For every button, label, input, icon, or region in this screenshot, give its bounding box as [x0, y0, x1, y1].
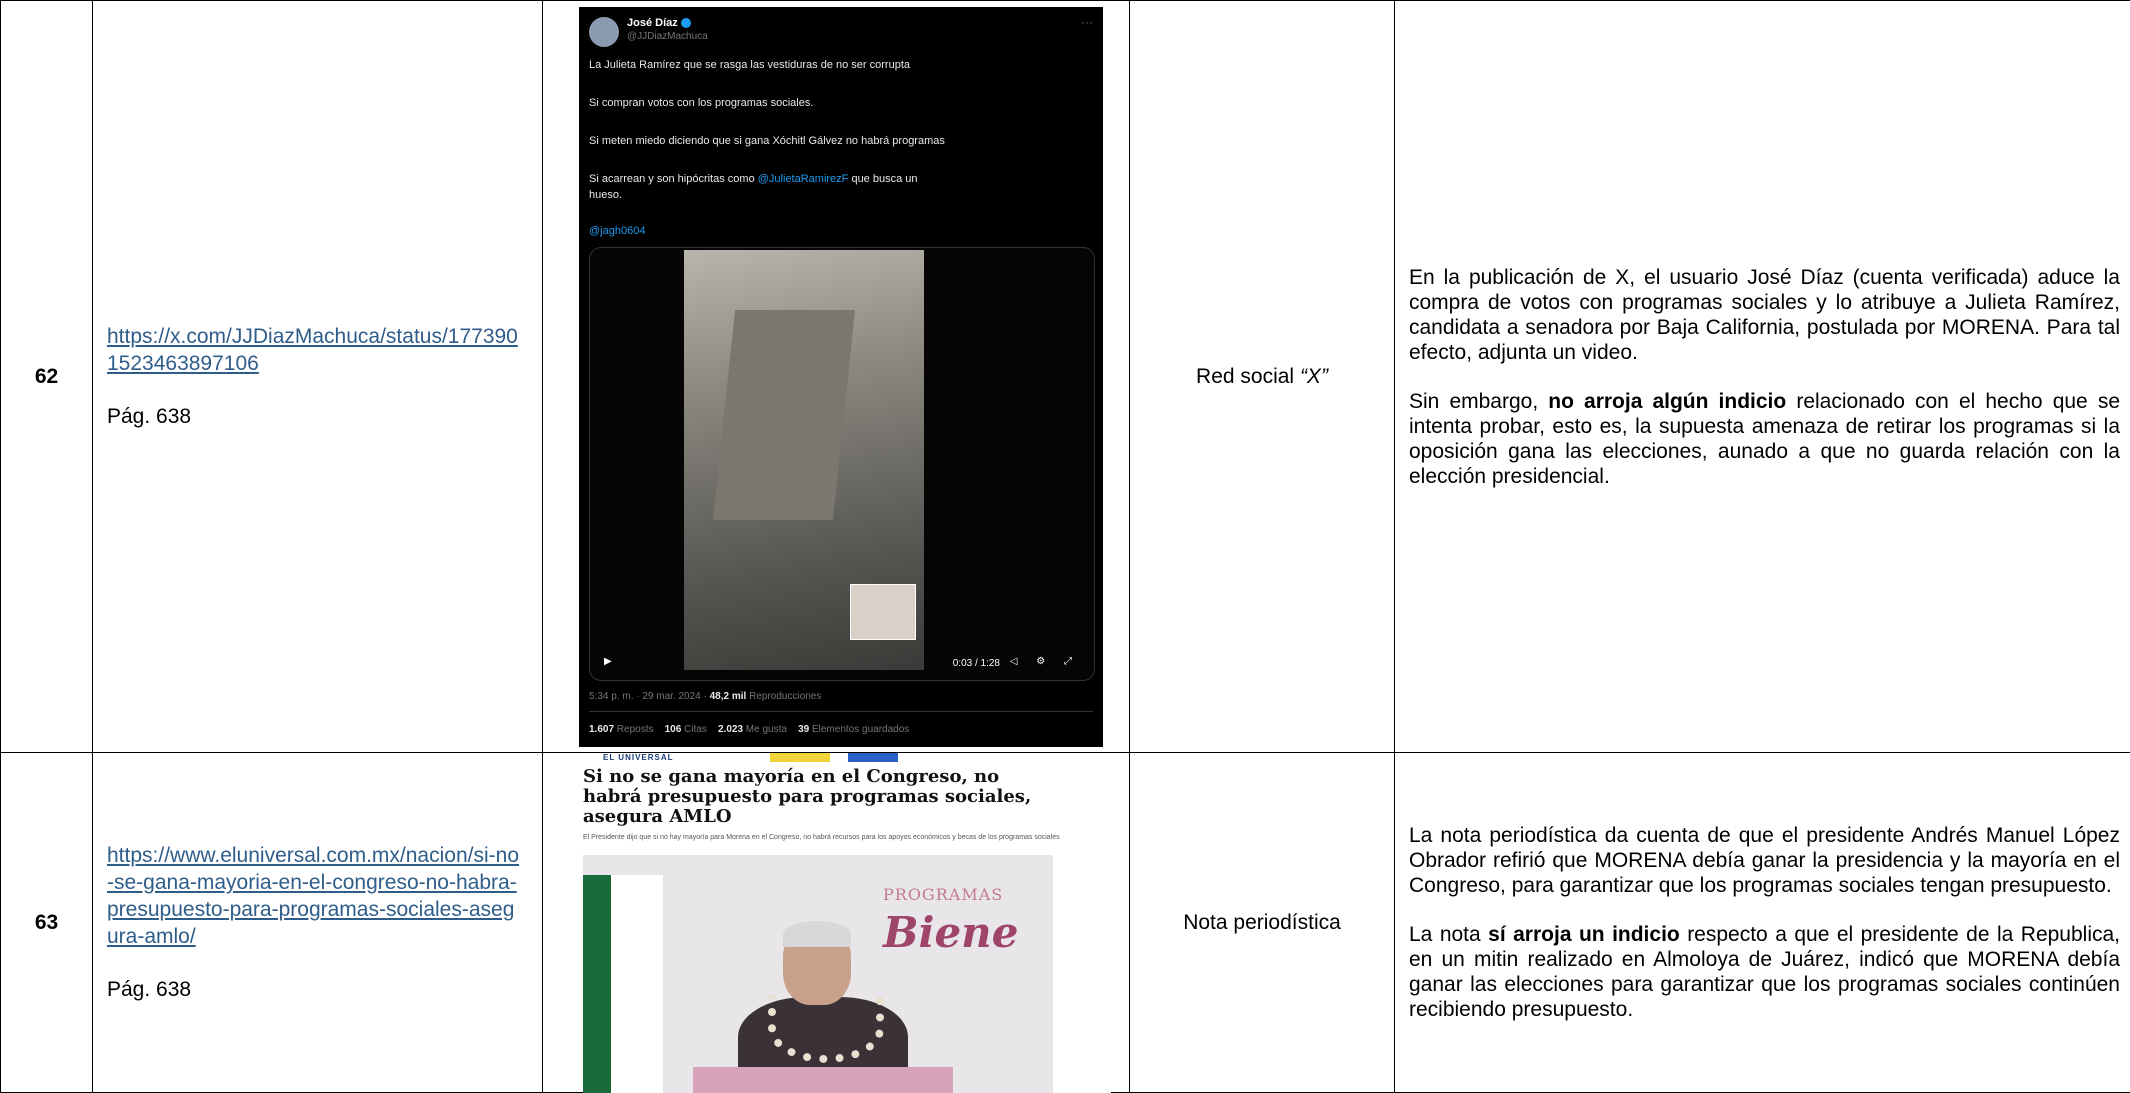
tweet-author: José Díaz	[627, 17, 691, 29]
flag-image	[583, 875, 663, 1093]
tweet-text-line: Si acarrean y son hipócritas como @Julie…	[589, 173, 918, 185]
video-thumbnail-inset	[850, 584, 916, 640]
evidence-table: 62 https://x.com/JJDiazMachuca/status/17…	[0, 0, 2130, 1093]
source-link-cell: https://x.com/JJDiazMachuca/status/17739…	[93, 1, 543, 753]
news-topbar: EL UNIVERSAL	[583, 753, 1111, 765]
source-link[interactable]: https://x.com/JJDiazMachuca/status/17739…	[107, 323, 524, 377]
news-logo: EL UNIVERSAL	[603, 753, 674, 762]
source-type: Red social “X”	[1130, 1, 1395, 753]
page-reference: Pág. 638	[107, 976, 524, 1003]
source-link-cell: https://www.eluniversal.com.mx/nacion/si…	[93, 753, 543, 1093]
tweet-handle: @JJDiazMachuca	[627, 31, 708, 42]
description: La nota periodística da cuenta de que el…	[1395, 753, 2130, 1093]
news-lead: El Presidente dijo que si no hay mayoría…	[583, 833, 1083, 842]
podium	[693, 1067, 953, 1093]
video-control-icons: ◁ ⚙ ⤢	[1010, 656, 1080, 667]
more-icon: ···	[1081, 15, 1093, 29]
page-reference: Pág. 638	[107, 403, 524, 430]
video-controls: ▶ 0:03 / 1:28 ◁ ⚙ ⤢	[604, 656, 1080, 672]
description-paragraph: En la publicación de X, el usuario José …	[1409, 265, 2120, 365]
description: En la publicación de X, el usuario José …	[1395, 1, 2130, 753]
tweet-stats: 1.607 Reposts 106 Citas 2.023 Me gusta 3…	[589, 724, 909, 735]
news-photo: PROGRAMAS Biene	[583, 855, 1053, 1093]
tweet-text-line: La Julieta Ramírez que se rasga las vest…	[589, 59, 910, 71]
evidence-image-cell: José Díaz @JJDiazMachuca ··· La Julieta …	[543, 1, 1130, 753]
row-number: 63	[1, 753, 93, 1093]
video-frame	[684, 250, 924, 670]
description-paragraph: La nota sí arroja un indicio respecto a …	[1409, 922, 2120, 1022]
source-link[interactable]: https://www.eluniversal.com.mx/nacion/si…	[107, 842, 524, 950]
tweet-text-line: Si compran votos con los programas socia…	[589, 97, 813, 109]
tweet-hashtag: @jagh0604	[589, 225, 645, 237]
tweet-meta: 5:34 p. m. · 29 mar. 2024 · 48,2 mil Rep…	[589, 691, 821, 702]
news-screenshot: EL UNIVERSAL Si no se gana mayoría en el…	[583, 753, 1111, 1093]
description-paragraph: La nota periodística da cuenta de que el…	[1409, 823, 2120, 898]
source-type: Nota periodística	[1130, 753, 1395, 1093]
tweet-mention: @JulietaRamirezF	[758, 173, 849, 185]
news-headline: Si no se gana mayoría en el Congreso, no…	[583, 767, 1053, 827]
tweet-screenshot: José Díaz @JJDiazMachuca ··· La Julieta …	[579, 7, 1103, 747]
video-time: 0:03 / 1:28	[953, 658, 1000, 669]
row-number: 62	[1, 1, 93, 753]
tweet-video: ▶ 0:03 / 1:28 ◁ ⚙ ⤢	[589, 247, 1095, 681]
table-row: 62 https://x.com/JJDiazMachuca/status/17…	[1, 1, 2130, 753]
avatar	[589, 17, 619, 47]
evidence-image-cell: EL UNIVERSAL Si no se gana mayoría en el…	[543, 753, 1130, 1093]
verified-icon	[681, 18, 691, 28]
tweet-text-line: hueso.	[589, 189, 622, 201]
play-icon: ▶	[604, 656, 612, 667]
table-row: 63 https://www.eluniversal.com.mx/nacion…	[1, 753, 2130, 1093]
tweet-text-line: Si meten miedo diciendo que si gana Xóch…	[589, 135, 945, 147]
description-paragraph: Sin embargo, no arroja algún indicio rel…	[1409, 389, 2120, 489]
